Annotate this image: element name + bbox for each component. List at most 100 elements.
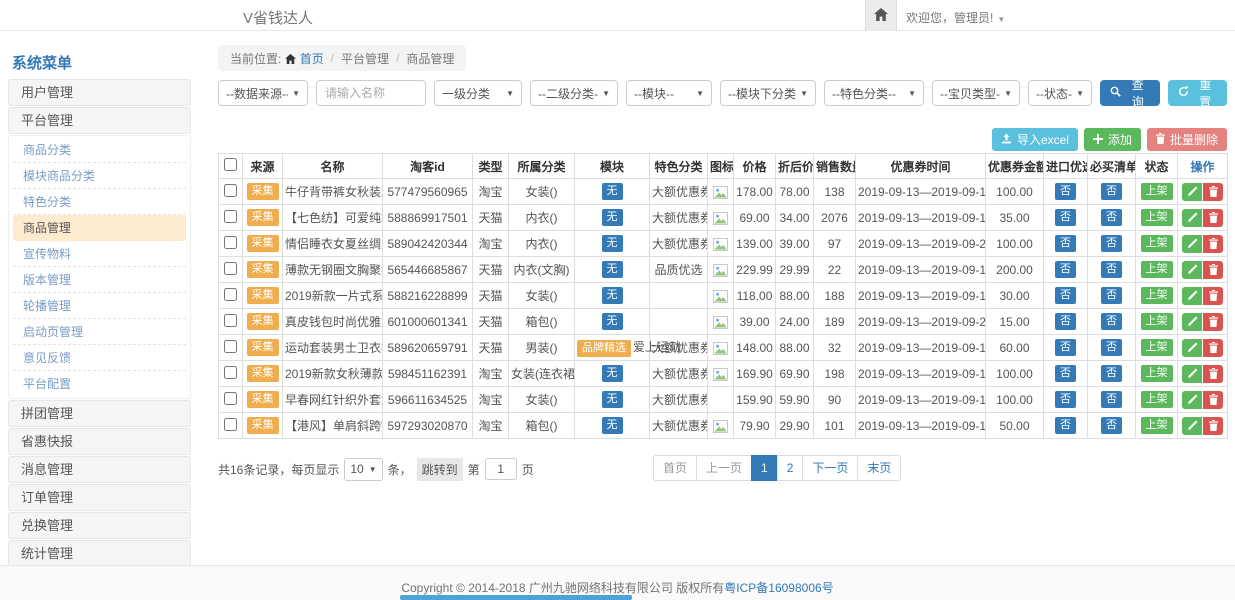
sidebar-section-item[interactable]: 拼团管理	[8, 400, 191, 427]
sidebar-sub-item[interactable]: 平台配置	[13, 371, 186, 397]
filter-status-select[interactable]: --状态--▼	[1028, 80, 1092, 106]
delete-button[interactable]	[1203, 417, 1223, 435]
horizontal-scrollbar-thumb[interactable]	[400, 595, 632, 600]
cell-sales: 90	[814, 387, 856, 413]
cell-coupon-amount: 100.00	[986, 387, 1044, 413]
delete-button[interactable]	[1203, 235, 1223, 253]
reset-button[interactable]: 重置	[1168, 80, 1228, 106]
sidebar-sub-item[interactable]: 商品分类	[13, 137, 186, 163]
row-checkbox[interactable]	[224, 262, 237, 275]
cell-taoke-id: 589620659791	[383, 335, 473, 361]
icp-link[interactable]: 粤ICP备16098006号	[724, 581, 833, 595]
cell-coupon-time: 2019-09-13—2019-09-17	[856, 387, 986, 413]
row-checkbox[interactable]	[224, 236, 237, 249]
delete-button[interactable]	[1203, 209, 1223, 227]
import-excel-button[interactable]: 导入excel	[992, 128, 1078, 151]
cell-product-name: 薄款无钢圈文胸聚拢性...	[283, 257, 383, 283]
sidebar-section-item[interactable]: 用户管理	[8, 79, 191, 106]
delete-button[interactable]	[1203, 287, 1223, 305]
cell-feature-category: 大额优惠券	[650, 387, 708, 413]
edit-button[interactable]	[1182, 391, 1202, 409]
page-button[interactable]: 2	[777, 455, 804, 481]
sidebar-section-item[interactable]: 兑换管理	[8, 512, 191, 539]
edit-button[interactable]	[1182, 261, 1202, 279]
sidebar-sub-item[interactable]: 版本管理	[13, 267, 186, 293]
row-checkbox[interactable]	[224, 314, 237, 327]
home-button[interactable]	[865, 0, 897, 31]
sidebar-sub-item[interactable]: 模块商品分类	[13, 163, 186, 189]
row-checkbox[interactable]	[224, 210, 237, 223]
cell-discount-price: 88.00	[776, 283, 814, 309]
page-button[interactable]: 上一页	[696, 455, 752, 481]
sidebar-sub-item[interactable]: 意见反馈	[13, 345, 186, 371]
column-header: 必买清单	[1088, 154, 1136, 179]
delete-button[interactable]	[1203, 339, 1223, 357]
row-checkbox[interactable]	[224, 418, 237, 431]
name-search-input[interactable]	[316, 80, 426, 106]
cell-product-name: 牛仔背带裤女秋装减龄...	[283, 179, 383, 205]
search-button[interactable]: 查询	[1100, 80, 1160, 106]
status-badge: 上架	[1141, 235, 1173, 252]
cell-type: 天猫	[473, 257, 509, 283]
delete-button[interactable]	[1203, 261, 1223, 279]
breadcrumb-home-link[interactable]: 首页	[285, 50, 323, 67]
batch-delete-button[interactable]: 批量删除	[1147, 128, 1227, 151]
delete-button[interactable]	[1203, 365, 1223, 383]
page-button[interactable]: 下一页	[802, 455, 858, 481]
sidebar-section-item[interactable]: 消息管理	[8, 456, 191, 483]
filter-module-select[interactable]: --模块--▼	[626, 80, 712, 106]
sidebar-section-item[interactable]: 平台管理	[8, 107, 191, 134]
row-checkbox[interactable]	[224, 366, 237, 379]
jump-page-input[interactable]	[485, 458, 517, 480]
row-checkbox[interactable]	[224, 392, 237, 405]
edit-button[interactable]	[1182, 287, 1202, 305]
page-button[interactable]: 1	[751, 455, 778, 481]
sidebar-section-item[interactable]: 省惠快报	[8, 428, 191, 455]
sidebar-sub-item[interactable]: 特色分类	[13, 189, 186, 215]
delete-button[interactable]	[1203, 183, 1223, 201]
records-summary: 共16条记录，每页显示 10▼ 条， 跳转到 第 页	[218, 455, 534, 483]
select-all-checkbox[interactable]	[224, 158, 237, 171]
jump-suffix-text: 页	[522, 461, 534, 478]
filter-module-sub-category-select[interactable]: --模块下分类--▼	[720, 80, 816, 106]
cell-actions	[1178, 179, 1228, 205]
row-checkbox[interactable]	[224, 288, 237, 301]
filter-feature-category-select[interactable]: --特色分类--▼	[824, 80, 924, 106]
edit-button[interactable]	[1182, 209, 1202, 227]
module-badge: 品牌精选	[577, 340, 631, 357]
filter-level2-category-select[interactable]: --二级分类--▼	[530, 80, 618, 106]
product-image-icon	[713, 420, 728, 433]
select-value: --宝贝类型--	[940, 85, 1000, 102]
cell-discount-price: 29.99	[776, 257, 814, 283]
cell-category: 女装()	[509, 179, 575, 205]
table-row: 采集真皮钱包时尚优雅女士...601000601341天猫箱包()无39.002…	[219, 309, 1228, 335]
edit-button[interactable]	[1182, 365, 1202, 383]
row-checkbox[interactable]	[224, 184, 237, 197]
page-button[interactable]: 末页	[857, 455, 901, 481]
row-checkbox[interactable]	[224, 340, 237, 353]
edit-button[interactable]	[1182, 235, 1202, 253]
edit-button[interactable]	[1182, 183, 1202, 201]
welcome-text: 欢迎您，管理员!	[906, 11, 993, 25]
add-button[interactable]: 添加	[1084, 128, 1141, 151]
action-button-group	[1182, 313, 1223, 331]
filter-item-type-select[interactable]: --宝贝类型--▼	[932, 80, 1020, 106]
cell-coupon-amount: 200.00	[986, 257, 1044, 283]
per-page-select[interactable]: 10▼	[344, 458, 382, 481]
delete-button[interactable]	[1203, 313, 1223, 331]
page-button[interactable]: 首页	[653, 455, 697, 481]
sidebar-sub-item[interactable]: 轮播管理	[13, 293, 186, 319]
filter-level1-category-select[interactable]: 一级分类▼	[434, 80, 522, 106]
user-menu[interactable]: 欢迎您，管理员!▼	[906, 9, 1005, 26]
edit-button[interactable]	[1182, 339, 1202, 357]
sidebar-section-item[interactable]: 统计管理	[8, 540, 191, 565]
edit-button[interactable]	[1182, 313, 1202, 331]
sidebar-sub-item[interactable]: 宣传物料	[13, 241, 186, 267]
sidebar-sub-item[interactable]: 启动页管理	[13, 319, 186, 345]
import-select-badge: 否	[1055, 313, 1076, 330]
sidebar-section-item[interactable]: 订单管理	[8, 484, 191, 511]
edit-button[interactable]	[1182, 417, 1202, 435]
filter-data-source-select[interactable]: --数据来源--▼	[218, 80, 308, 106]
delete-button[interactable]	[1203, 391, 1223, 409]
sidebar-sub-item-active[interactable]: 商品管理	[13, 215, 186, 241]
